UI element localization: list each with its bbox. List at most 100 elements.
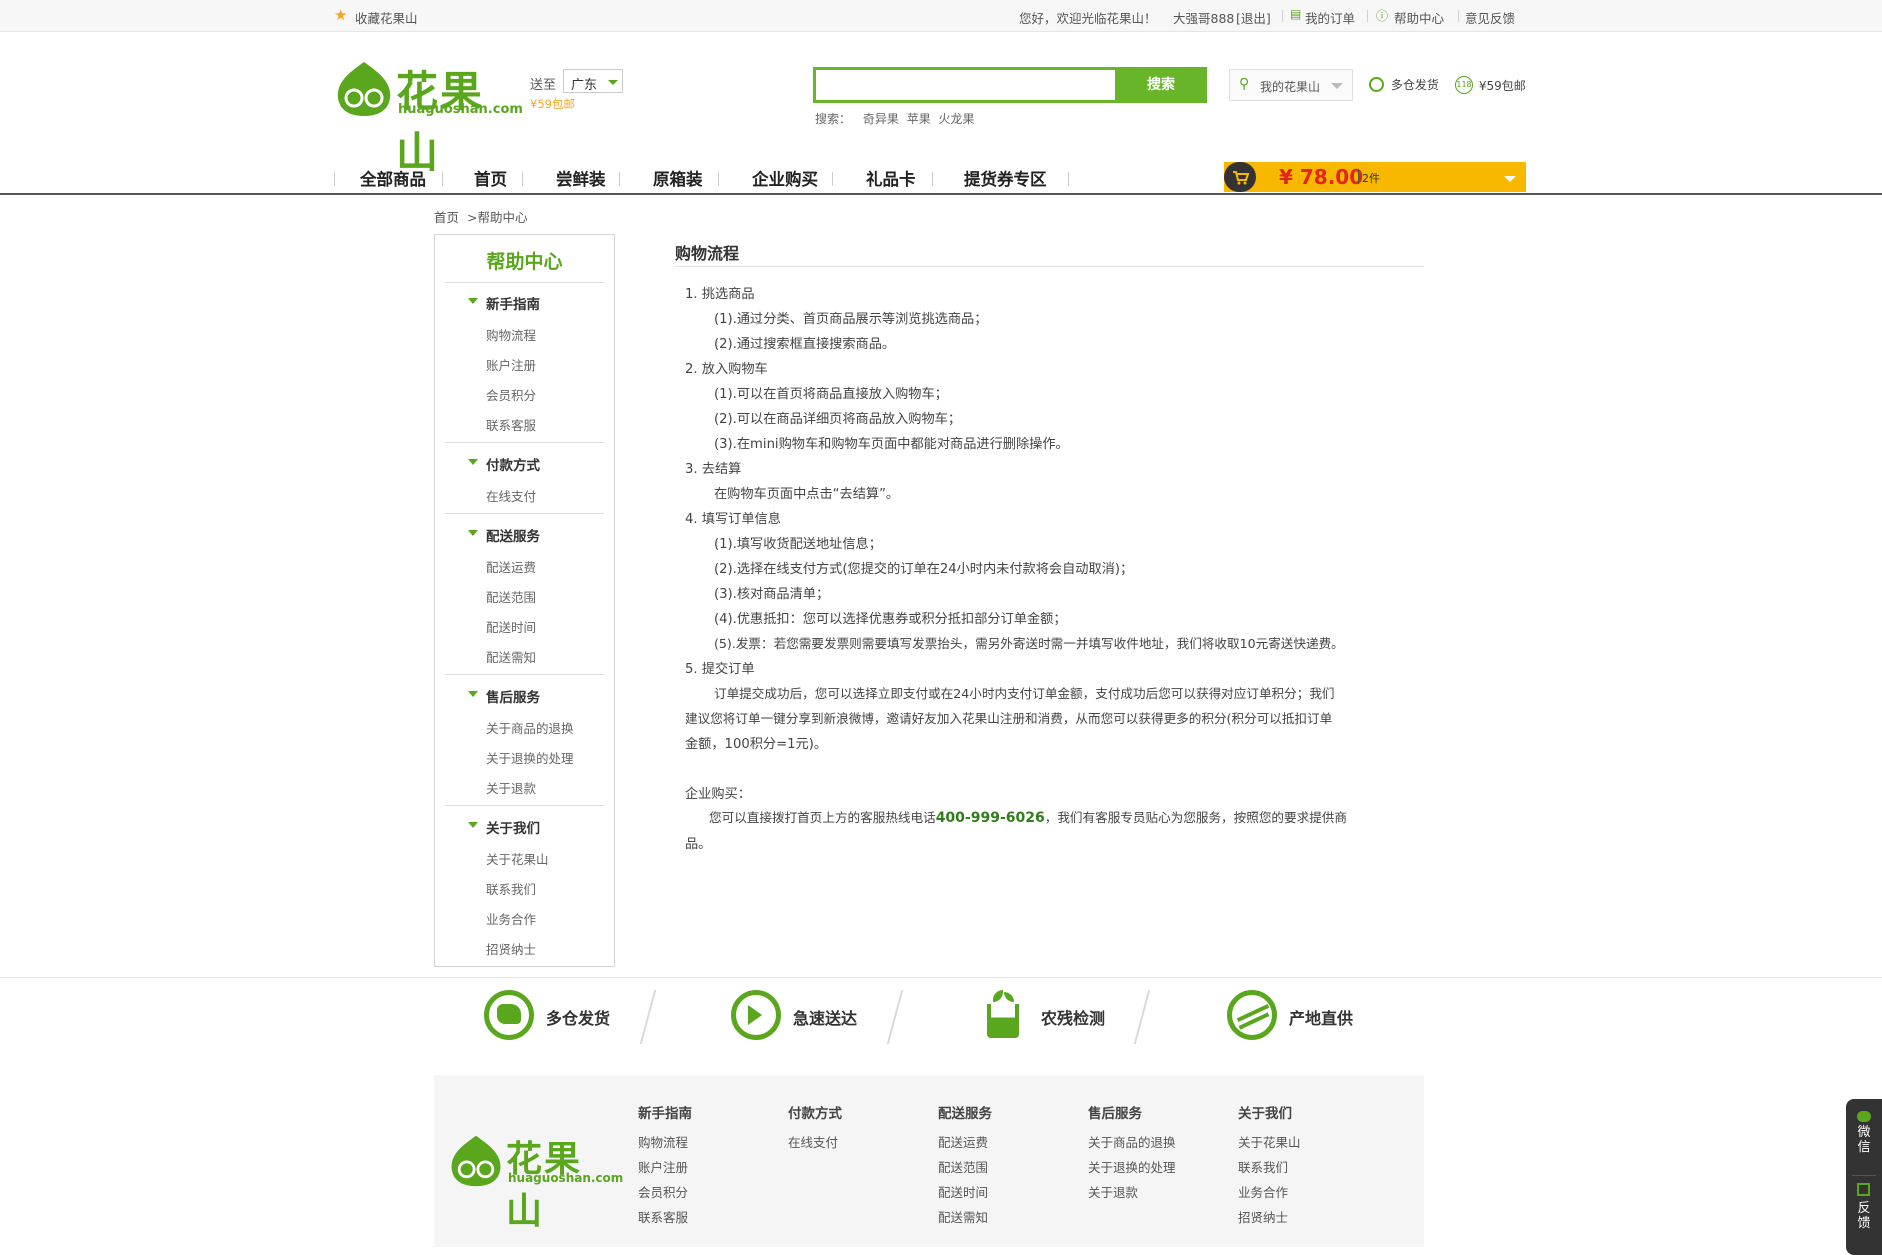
sidebar-item-cooperation[interactable]: 业务合作 xyxy=(486,909,536,928)
sidebar-item-jobs[interactable]: 招贤纳士 xyxy=(486,939,536,958)
footer-link[interactable]: 购物流程 xyxy=(638,1132,688,1151)
help-center-link[interactable]: 帮助中心 xyxy=(1394,8,1444,27)
sidebar-item-service[interactable]: 联系客服 xyxy=(486,415,536,434)
footer-link[interactable]: 招贤纳士 xyxy=(1238,1207,1288,1226)
footer-link[interactable]: 联系客服 xyxy=(638,1207,688,1226)
hot-keyword[interactable]: 苹果 xyxy=(907,112,931,126)
cart-count: 2件 xyxy=(1362,172,1380,185)
footer-link[interactable]: 在线支付 xyxy=(788,1132,838,1151)
username-link[interactable]: 大强哥888 xyxy=(1173,8,1234,27)
china-map-icon xyxy=(484,990,534,1040)
feature-separator xyxy=(886,990,904,1044)
sidebar-group-delivery[interactable]: 配送服务 xyxy=(486,525,540,545)
footer-link[interactable]: 关于花果山 xyxy=(1238,1132,1301,1151)
step-detail: (3).核对商品清单； xyxy=(714,587,830,602)
nav-item-voucher[interactable]: 提货券专区 xyxy=(964,166,1047,190)
mini-cart[interactable]: ¥ 78.00 2件 xyxy=(1224,162,1526,192)
features-divider xyxy=(0,977,1882,978)
footer-link[interactable]: 配送范围 xyxy=(938,1157,988,1176)
triangle-down-icon xyxy=(468,298,478,304)
sidebar-item-refund[interactable]: 关于退款 xyxy=(486,778,536,797)
step-detail: (5).发票：若您需要发票则需要填写发票抬头，需另外寄送时需一并填写收件地址，我… xyxy=(714,636,1344,651)
triangle-down-icon xyxy=(468,691,478,697)
hot-keyword[interactable]: 火龙果 xyxy=(939,112,975,126)
logout-link[interactable]: [退出] xyxy=(1236,8,1271,27)
step-heading: 2. 放入购物车 xyxy=(685,362,768,377)
cart-glyph-icon xyxy=(1233,171,1250,185)
wechat-button[interactable]: 微信 xyxy=(1846,1109,1882,1169)
nav-item-home[interactable]: 首页 xyxy=(474,166,507,190)
search-button[interactable]: 搜索 xyxy=(1115,67,1207,103)
footer-col-title: 售后服务 xyxy=(1088,1106,1142,1122)
nav-item-box[interactable]: 原箱装 xyxy=(653,166,703,190)
free-shipping-note: ¥59包邮 xyxy=(530,97,575,111)
feedback-label: 反馈 xyxy=(1857,1201,1871,1231)
footer-link[interactable]: 关于退款 xyxy=(1088,1182,1138,1201)
step-heading: 1. 挑选商品 xyxy=(685,287,755,302)
breadcrumb-home[interactable]: 首页 xyxy=(434,210,459,225)
footer-link[interactable]: 会员积分 xyxy=(638,1182,688,1201)
sidebar-item-delivery-range[interactable]: 配送范围 xyxy=(486,587,536,606)
sidebar-group-guide[interactable]: 新手指南 xyxy=(486,293,540,313)
site-logo[interactable]: 花果山 huaguoshan.com xyxy=(334,56,523,177)
footer-link[interactable]: 联系我们 xyxy=(1238,1157,1288,1176)
footer-col-title: 付款方式 xyxy=(788,1106,842,1122)
step-heading: 5. 提交订单 xyxy=(685,662,755,677)
nav-item-all[interactable]: 全部商品 xyxy=(360,166,426,190)
step-detail: 在购物车页面中点击“去结算”。 xyxy=(714,487,900,502)
feedback-link[interactable]: 意见反馈 xyxy=(1465,8,1515,27)
page-title: 购物流程 xyxy=(675,244,740,263)
search-box: 搜索 xyxy=(813,67,1207,103)
sidebar-item-shopping-flow[interactable]: 购物流程 xyxy=(486,325,536,344)
region-select[interactable]: 广东 xyxy=(563,69,623,93)
feature-separator xyxy=(1133,990,1151,1044)
footer-logo[interactable]: 花果山 huaguoshan.com xyxy=(448,1130,623,1232)
step-detail: (1).通过分类、首页商品展示等浏览挑选商品； xyxy=(714,312,988,327)
hot-search-label: 搜索： xyxy=(815,112,852,126)
footer: 花果山 huaguoshan.com 新手指南 购物流程 账户注册 会员积分 联… xyxy=(434,1075,1424,1247)
search-input[interactable] xyxy=(816,70,1116,100)
sidebar-group-about[interactable]: 关于我们 xyxy=(486,817,540,837)
sidebar-item-about-us[interactable]: 关于花果山 xyxy=(486,849,549,868)
triangle-down-icon xyxy=(468,459,478,465)
sidebar-item-return-process[interactable]: 关于退换的处理 xyxy=(486,748,574,767)
my-account-dropdown[interactable]: ⚲ 我的花果山 xyxy=(1229,69,1353,101)
step-paragraph: 建议您将订单一键分享到新浪微博，邀请好友加入花果山注册和消费，从而您可以获得更多… xyxy=(685,711,1333,726)
region-value: 广东 xyxy=(571,78,598,93)
footer-link[interactable]: 业务合作 xyxy=(1238,1182,1288,1201)
step-detail: (2).可以在商品详细页将商品放入购物车； xyxy=(714,412,962,427)
free-shipping-label: ¥59包邮 xyxy=(1478,78,1526,93)
footer-link[interactable]: 配送时间 xyxy=(938,1182,988,1201)
footer-link[interactable]: 配送需知 xyxy=(938,1207,988,1226)
footer-logo-domain: huaguoshan.com xyxy=(508,1171,624,1185)
footer-link[interactable]: 关于商品的退换 xyxy=(1088,1132,1176,1151)
enterprise-text-post: ，我们有客服专员贴心为您服务，按照您的要求提供商 xyxy=(1044,810,1347,825)
sidebar-item-points[interactable]: 会员积分 xyxy=(486,385,536,404)
enterprise-heading: 企业购买： xyxy=(685,787,751,802)
sidebar-item-register[interactable]: 账户注册 xyxy=(486,355,536,374)
nav-item-trial[interactable]: 尝鲜装 xyxy=(556,166,606,190)
sidebar-item-delivery-notice[interactable]: 配送需知 xyxy=(486,647,536,666)
footer-link[interactable]: 账户注册 xyxy=(638,1157,688,1176)
sidebar-group-payment[interactable]: 付款方式 xyxy=(486,454,540,474)
sidebar-group-aftersale[interactable]: 售后服务 xyxy=(486,686,540,706)
warehouse-icon xyxy=(1369,77,1384,92)
sidebar-item-contact[interactable]: 联系我们 xyxy=(486,879,536,898)
footer-link[interactable]: 关于退换的处理 xyxy=(1088,1157,1176,1176)
nav-item-giftcard[interactable]: 礼品卡 xyxy=(866,166,916,190)
cart-divider xyxy=(1358,170,1359,184)
sidebar-item-delivery-fee[interactable]: 配送运费 xyxy=(486,557,536,576)
nav-item-enterprise[interactable]: 企业购买 xyxy=(752,166,818,190)
step-detail: (2).通过搜索框直接搜索商品。 xyxy=(714,337,896,352)
sidebar-item-online-pay[interactable]: 在线支付 xyxy=(486,486,536,505)
logo-domain: huaguoshan.com xyxy=(398,102,523,117)
my-orders-link[interactable]: 我的订单 xyxy=(1305,8,1355,27)
hot-keyword[interactable]: 奇异果 xyxy=(863,112,899,126)
sidebar-item-return[interactable]: 关于商品的退换 xyxy=(486,718,574,737)
feedback-button[interactable]: 反馈 xyxy=(1846,1181,1882,1247)
footer-link[interactable]: 配送运费 xyxy=(938,1132,988,1151)
sidebar-item-delivery-time[interactable]: 配送时间 xyxy=(486,617,536,636)
pesticide-test-icon xyxy=(983,990,1023,1040)
bookmark-link[interactable]: 收藏花果山 xyxy=(355,8,418,27)
cart-icon xyxy=(1224,162,1256,192)
